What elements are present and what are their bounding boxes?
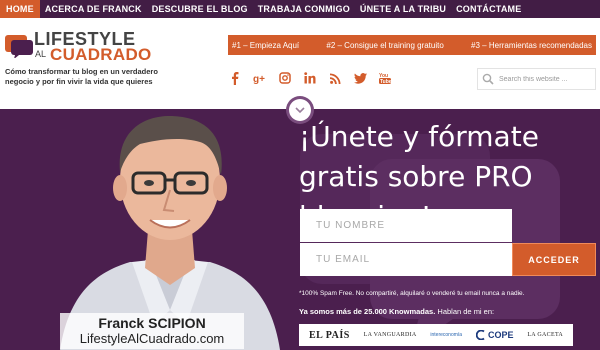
scroll-down-button[interactable] xyxy=(289,99,311,121)
linkedin-icon[interactable] xyxy=(303,71,317,85)
logo-text-al: AL xyxy=(35,49,47,59)
logo-badge-icon xyxy=(5,35,33,58)
logo-el-pais: EL PAÍS xyxy=(308,329,350,341)
logo-cope: COPE xyxy=(475,330,514,340)
rss-icon[interactable] xyxy=(328,71,342,85)
nav-item-home[interactable]: HOME xyxy=(0,0,40,18)
submit-button[interactable]: ACCEDER xyxy=(512,243,596,276)
youtube-icon[interactable]: You Tube xyxy=(378,71,392,85)
press-mention-bold: Ya somos más de 25.000 Knowmadas. xyxy=(299,307,436,316)
google-plus-icon[interactable]: g+ xyxy=(253,71,267,85)
facebook-icon[interactable] xyxy=(228,71,242,85)
search-box xyxy=(477,68,596,90)
site-tagline: Cómo transformar tu blog en un verdadero… xyxy=(5,67,158,86)
logo-la-gaceta: LA GACETA xyxy=(527,332,564,338)
logo-intereconomia: intereconomía xyxy=(430,332,463,338)
nav-item-contacto[interactable]: CONTÁCTAME xyxy=(451,0,526,18)
press-mention-rest: Hablan de mi en: xyxy=(435,307,495,316)
menu-item-empieza[interactable]: #1 – Empieza Aquí xyxy=(232,41,299,50)
svg-text:g+: g+ xyxy=(253,74,265,84)
caption-name: Franck SCIPION xyxy=(98,315,206,331)
site-logo[interactable]: LIFESTYLE AL CUADRADO xyxy=(5,28,155,64)
menu-item-training[interactable]: #2 – Consigue el training gratuito xyxy=(326,41,443,50)
nav-item-tribu[interactable]: ÚNETE A LA TRIBU xyxy=(355,0,451,18)
name-field[interactable] xyxy=(300,209,512,242)
svg-text:Tube: Tube xyxy=(380,79,391,84)
spam-note: *100% Spam Free. No compartiré, alquilar… xyxy=(299,290,525,297)
instagram-icon[interactable] xyxy=(278,71,292,85)
caption-site: LifestyleAlCuadrado.com xyxy=(79,331,225,346)
menu-item-herramientas[interactable]: #3 – Herramientas recomendadas xyxy=(471,41,592,50)
secondary-menu: #1 – Empieza Aquí #2 – Consigue el train… xyxy=(228,35,596,55)
search-input[interactable] xyxy=(499,75,594,83)
nav-item-trabaja[interactable]: TRABAJA CONMIGO xyxy=(253,0,355,18)
email-field[interactable] xyxy=(300,243,512,276)
logo-cope-text: COPE xyxy=(487,330,514,340)
twitter-icon[interactable] xyxy=(353,71,367,85)
cope-mark-icon xyxy=(475,330,485,340)
photo-caption: Franck SCIPION LifestyleAlCuadrado.com xyxy=(60,313,244,349)
nav-item-blog[interactable]: DESCUBRE EL BLOG xyxy=(147,0,253,18)
logo-text-cuadrado: CUADRADO xyxy=(50,45,152,64)
search-icon[interactable] xyxy=(482,73,494,85)
nav-item-acerca[interactable]: ACERCA DE FRANCK xyxy=(40,0,147,18)
chevron-down-icon xyxy=(295,106,305,113)
press-logos: EL PAÍS LA VANGUARDIA intereconomía COPE… xyxy=(299,324,573,346)
top-navigation: HOME ACERCA DE FRANCK DESCUBRE EL BLOG T… xyxy=(0,0,600,18)
social-links: g+ You Tube xyxy=(228,67,398,89)
press-mention: Ya somos más de 25.000 Knowmadas. Hablan… xyxy=(299,307,599,316)
logo-la-vanguardia: LA VANGUARDIA xyxy=(363,332,417,338)
